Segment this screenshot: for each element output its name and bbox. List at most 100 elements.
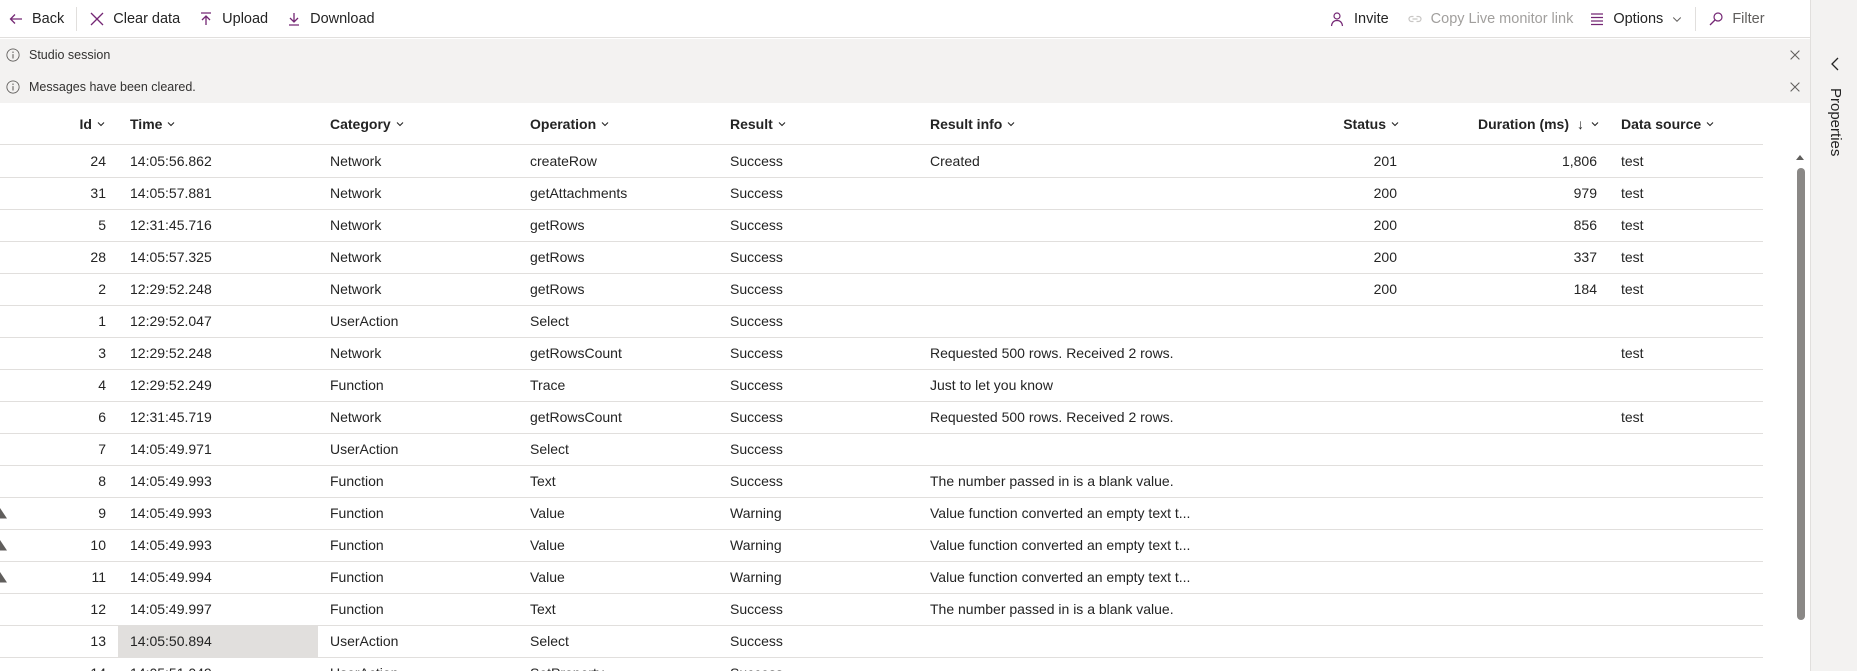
scroll-up-arrow-icon[interactable]	[1795, 152, 1805, 162]
cell-status[interactable]: 200	[1280, 274, 1397, 305]
cell-duration[interactable]	[1420, 370, 1597, 401]
cell-category[interactable]: Network	[330, 242, 520, 273]
cell-result-info[interactable]	[930, 658, 1260, 671]
cell-result[interactable]: Success	[730, 178, 920, 209]
cell-operation[interactable]: getRows	[530, 210, 720, 241]
cell-category[interactable]: Network	[330, 178, 520, 209]
cell-category[interactable]: Function	[330, 498, 520, 529]
cell-duration[interactable]	[1420, 562, 1597, 593]
cell-id[interactable]: 9	[40, 498, 106, 529]
cell-data-source[interactable]: test	[1621, 338, 1751, 369]
cell-status[interactable]	[1280, 370, 1397, 401]
cell-data-source[interactable]	[1621, 562, 1751, 593]
table-row[interactable]: 3 12:29:52.248 Network getRowsCount Success R…	[0, 338, 1763, 370]
cell-result[interactable]: Success	[730, 242, 920, 273]
cell-result[interactable]: Success	[730, 434, 920, 465]
cell-result[interactable]: Success	[730, 402, 920, 433]
cell-result-info[interactable]	[930, 306, 1260, 337]
cell-status[interactable]	[1280, 498, 1397, 529]
table-row[interactable]: 13 14:05:50.894 UserAction Select Success	[0, 626, 1763, 658]
cell-data-source[interactable]: test	[1621, 274, 1751, 305]
cell-id[interactable]: 28	[40, 242, 106, 273]
cell-category[interactable]: Network	[330, 274, 520, 305]
cell-id[interactable]: 11	[40, 562, 106, 593]
cell-time[interactable]: 12:29:52.047	[118, 306, 318, 337]
column-header-operation[interactable]: Operation	[530, 103, 710, 145]
cell-category[interactable]: Function	[330, 562, 520, 593]
cell-time[interactable]: 14:05:57.881	[118, 178, 318, 209]
cell-status[interactable]	[1280, 338, 1397, 369]
cell-result-info[interactable]	[930, 242, 1260, 273]
cell-data-source[interactable]: test	[1621, 178, 1751, 209]
cell-status[interactable]	[1280, 626, 1397, 657]
cell-time[interactable]: 14:05:49.971	[118, 434, 318, 465]
cell-result[interactable]: Success	[730, 338, 920, 369]
cell-id[interactable]: 5	[40, 210, 106, 241]
vertical-scrollbar-thumb[interactable]	[1797, 168, 1805, 620]
cell-operation[interactable]: getRows	[530, 274, 720, 305]
cell-duration[interactable]: 856	[1420, 210, 1597, 241]
cell-result[interactable]: Success	[730, 306, 920, 337]
cell-time[interactable]: 14:05:49.993	[118, 530, 318, 561]
cell-id[interactable]: 13	[40, 626, 106, 657]
download-button[interactable]: Download	[280, 0, 381, 38]
cell-status[interactable]	[1280, 530, 1397, 561]
table-row[interactable]: 5 12:31:45.716 Network getRows Success 200 856…	[0, 210, 1763, 242]
cell-id[interactable]: 8	[40, 466, 106, 497]
cell-category[interactable]: Function	[330, 370, 520, 401]
table-row[interactable]: 1 12:29:52.047 UserAction Select Success	[0, 306, 1763, 338]
properties-title[interactable]: Properties	[1827, 88, 1844, 156]
cell-time[interactable]: 12:29:52.248	[118, 274, 318, 305]
cell-result[interactable]: Success	[730, 274, 920, 305]
cell-time[interactable]: 12:29:52.249	[118, 370, 318, 401]
cell-result-info[interactable]: Just to let you know	[930, 370, 1260, 401]
cell-result-info[interactable]	[930, 626, 1260, 657]
cell-time[interactable]: 14:05:50.894	[118, 626, 318, 657]
cell-data-source[interactable]: test	[1621, 146, 1751, 177]
table-row[interactable]: 12 14:05:49.997 Function Text Success The num…	[0, 594, 1763, 626]
column-header-category[interactable]: Category	[330, 103, 510, 145]
close-icon[interactable]	[1788, 48, 1802, 62]
cell-result[interactable]: Success	[730, 210, 920, 241]
table-row[interactable]: 2 12:29:52.248 Network getRows Success 200 184…	[0, 274, 1763, 306]
cell-duration[interactable]	[1420, 402, 1597, 433]
cell-id[interactable]: 31	[40, 178, 106, 209]
options-button[interactable]: Options	[1583, 0, 1689, 38]
cell-duration[interactable]	[1420, 626, 1597, 657]
table-row[interactable]: 4 12:29:52.249 Function Trace Success Just to…	[0, 370, 1763, 402]
cell-category[interactable]: Network	[330, 338, 520, 369]
cell-data-source[interactable]	[1621, 658, 1751, 671]
cell-id[interactable]: 1	[40, 306, 106, 337]
cell-duration[interactable]	[1420, 434, 1597, 465]
cell-id[interactable]: 14	[40, 658, 106, 671]
cell-result[interactable]: Success	[730, 626, 920, 657]
table-row[interactable]: 11 14:05:49.994 Function Value Warning Value …	[0, 562, 1763, 594]
filter-button[interactable]: Filter	[1702, 0, 1770, 38]
table-row[interactable]: 28 14:05:57.325 Network getRows Success 200 33…	[0, 242, 1763, 274]
cell-operation[interactable]: Select	[530, 306, 720, 337]
cell-id[interactable]: 2	[40, 274, 106, 305]
cell-result-info[interactable]	[930, 434, 1260, 465]
cell-status[interactable]: 200	[1280, 242, 1397, 273]
cell-result-info[interactable]	[930, 274, 1260, 305]
cell-category[interactable]: UserAction	[330, 306, 520, 337]
cell-time[interactable]: 14:05:56.862	[118, 146, 318, 177]
cell-duration[interactable]: 979	[1420, 178, 1597, 209]
cell-result-info[interactable]: The number passed in is a blank value.	[930, 594, 1260, 625]
cell-duration[interactable]: 1,806	[1420, 146, 1597, 177]
cell-result[interactable]: Warning	[730, 498, 920, 529]
cell-duration[interactable]: 184	[1420, 274, 1597, 305]
cell-category[interactable]: UserAction	[330, 658, 520, 671]
cell-result-info[interactable]: Value function converted an empty text t…	[930, 562, 1260, 593]
cell-result[interactable]: Warning	[730, 562, 920, 593]
table-row[interactable]: 14 14:05:51.049 UserAction SetProperty Succe…	[0, 658, 1763, 671]
cell-status[interactable]	[1280, 562, 1397, 593]
cell-result[interactable]: Success	[730, 594, 920, 625]
cell-result-info[interactable]: Value function converted an empty text t…	[930, 530, 1260, 561]
cell-result-info[interactable]: Requested 500 rows. Received 2 rows.	[930, 338, 1260, 369]
cell-category[interactable]: Network	[330, 402, 520, 433]
chevron-left-icon[interactable]	[1829, 56, 1841, 72]
cell-result-info[interactable]: Requested 500 rows. Received 2 rows.	[930, 402, 1260, 433]
cell-time[interactable]: 14:05:49.994	[118, 562, 318, 593]
table-row[interactable]: 9 14:05:49.993 Function Value Warning Value f…	[0, 498, 1763, 530]
